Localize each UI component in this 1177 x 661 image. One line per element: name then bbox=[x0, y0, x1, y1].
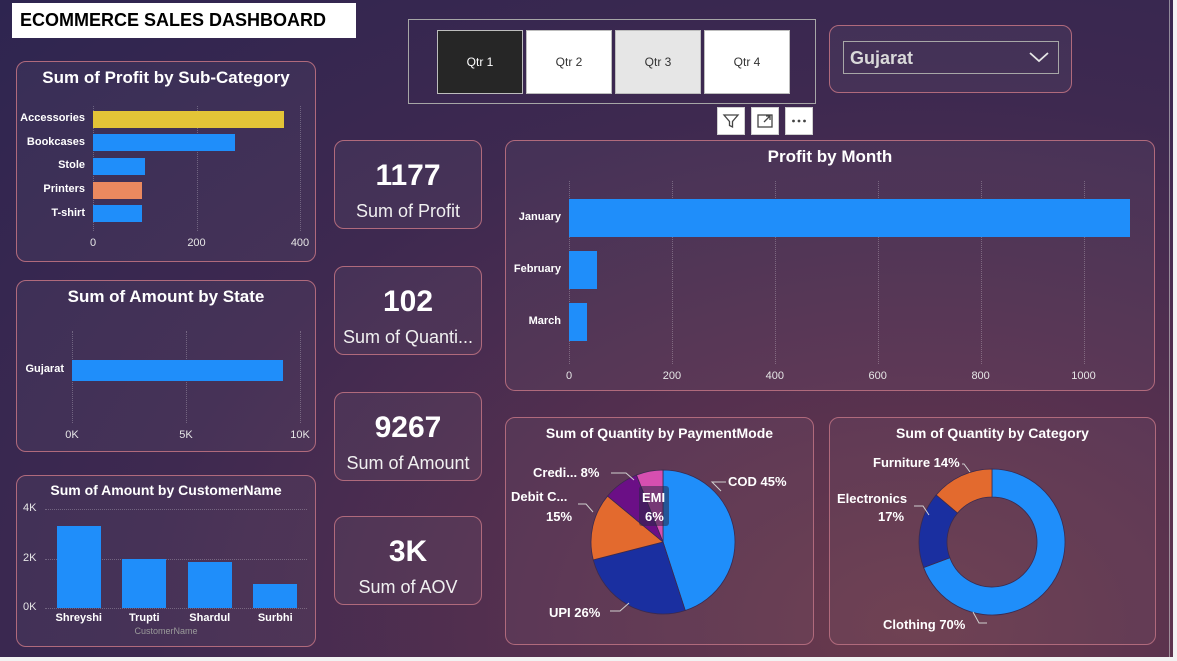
filter-icon[interactable] bbox=[717, 107, 745, 135]
gridline bbox=[300, 106, 301, 231]
y-category-label: Printers bbox=[43, 183, 85, 196]
kpi-label: Sum of Amount bbox=[346, 453, 470, 473]
bar bbox=[122, 558, 167, 608]
kpi-value: 3K bbox=[388, 535, 428, 568]
slicer-option-qtr-4[interactable]: Qtr 4 bbox=[704, 30, 790, 94]
bar bbox=[72, 359, 284, 381]
pie-label-debit-pct: 15% bbox=[546, 509, 573, 524]
state-dropdown-card: Gujarat bbox=[829, 25, 1072, 93]
y-category-label: Stole bbox=[58, 159, 85, 172]
x-category-label: Shardul bbox=[189, 612, 231, 624]
quantity-by-category-chart: Sum of Quantity by Category Furniture 14… bbox=[829, 417, 1156, 645]
bar bbox=[56, 526, 101, 608]
x-tick-label: 400 bbox=[765, 370, 784, 382]
kpi-value: 102 bbox=[382, 285, 434, 318]
y-tick-label: 4K bbox=[23, 502, 37, 514]
profit-by-month-chart: Profit by Month 0 200 400 600 800 1000 January… bbox=[505, 140, 1155, 391]
x-tick-label: 800 bbox=[971, 370, 990, 382]
kpi-label: Sum of AOV bbox=[358, 577, 458, 597]
leader-line bbox=[710, 481, 726, 492]
y-category-label: Gujarat bbox=[25, 363, 64, 375]
bar bbox=[569, 303, 587, 341]
bar bbox=[569, 251, 598, 289]
x-axis-title: CustomerName bbox=[134, 626, 198, 636]
category-donut bbox=[914, 463, 1066, 624]
x-tick-label: 0K bbox=[65, 429, 79, 441]
slicer-option-qtr-1[interactable]: Qtr 1 bbox=[437, 30, 523, 94]
bar bbox=[93, 157, 145, 175]
kpi-card-amount: 9267 Sum of Amount bbox=[334, 392, 482, 481]
pie-label-debit: Debit C... bbox=[511, 489, 568, 504]
x-tick-label: 10K bbox=[290, 429, 310, 441]
bar bbox=[187, 562, 232, 608]
bar bbox=[93, 134, 236, 152]
bar bbox=[93, 205, 143, 223]
x-category-label: Trupti bbox=[128, 612, 160, 624]
kpi-label: Sum of Profit bbox=[355, 201, 461, 221]
x-category-label: Surbhi bbox=[257, 612, 293, 624]
kpi-label: Sum of Quanti... bbox=[342, 327, 474, 347]
y-tick-label: 2K bbox=[23, 551, 37, 564]
focus-mode-icon[interactable] bbox=[751, 107, 779, 135]
y-category-label: T-shirt bbox=[51, 206, 85, 219]
kpi-card-quantity: 102 Sum of Quanti... bbox=[334, 266, 482, 355]
x-category-label: Shreyshi bbox=[55, 612, 102, 624]
kpi-value: 9267 bbox=[374, 411, 442, 444]
donut-label-electronics-pct: 17% bbox=[878, 509, 905, 524]
y-category-label: February bbox=[513, 263, 561, 275]
state-dropdown[interactable]: Gujarat bbox=[843, 41, 1059, 74]
gridline bbox=[45, 608, 307, 609]
x-tick-label: 0 bbox=[89, 237, 97, 249]
kpi-value: 1177 bbox=[375, 159, 441, 192]
divider bbox=[1169, 0, 1170, 657]
kpi-card-aov: 3K Sum of AOV bbox=[334, 516, 482, 605]
dashboard-canvas: ECOMMERCE SALES DASHBOARD Qtr 1 Qtr 2 Qt… bbox=[0, 0, 1177, 661]
y-category-label: March bbox=[528, 315, 561, 327]
pie-label-emi: EMI bbox=[642, 490, 666, 505]
x-tick-label: 5K bbox=[179, 429, 193, 441]
bar bbox=[569, 199, 1130, 237]
y-category-label: Accessories bbox=[20, 112, 85, 124]
amount-by-customer-chart: Sum of Amount by CustomerName 0K 2K 4K Shre… bbox=[16, 475, 316, 647]
donut-label-clothing: Clothing 70% bbox=[883, 617, 966, 632]
chevron-down-icon bbox=[1029, 52, 1049, 63]
y-category-label: Bookcases bbox=[26, 135, 85, 148]
donut-label-furniture: Furniture 14% bbox=[873, 455, 960, 470]
pie-label-cod: COD 45% bbox=[728, 474, 787, 489]
bar bbox=[93, 181, 143, 199]
pie-label-emi-pct: 6% bbox=[645, 509, 664, 524]
slicer-option-qtr-3[interactable]: Qtr 3 bbox=[615, 30, 701, 94]
state-dropdown-value: Gujarat bbox=[850, 48, 914, 68]
pie-label-credit: Credi... 8% bbox=[533, 465, 600, 480]
gridline bbox=[45, 509, 307, 510]
x-tick-label: 400 bbox=[290, 237, 310, 249]
y-category-label: January bbox=[518, 211, 561, 223]
amount-by-state-chart: Sum of Amount by State 0K 5K 10K Gujarat bbox=[16, 280, 316, 452]
gridline bbox=[300, 331, 301, 423]
pie-label-upi: UPI 26% bbox=[549, 605, 601, 620]
quantity-by-paymentmode-chart: Sum of Quantity by PaymentMode COD 45% U… bbox=[505, 417, 814, 645]
y-tick-label: 0K bbox=[23, 601, 37, 613]
x-tick-label: 200 bbox=[187, 237, 206, 249]
slicer-option-qtr-2[interactable]: Qtr 2 bbox=[526, 30, 612, 94]
kpi-card-profit: 1177 Sum of Profit bbox=[334, 140, 482, 229]
x-tick-label: 200 bbox=[662, 370, 682, 382]
x-tick-label: 600 bbox=[868, 370, 887, 382]
x-tick-label: 1000 bbox=[1071, 370, 1096, 382]
x-tick-label: 0 bbox=[565, 370, 573, 382]
donut-label-electronics: Electronics bbox=[837, 491, 908, 506]
leader-line bbox=[962, 463, 971, 473]
quarter-slicer: Qtr 1 Qtr 2 Qtr 3 Qtr 4 bbox=[408, 19, 816, 104]
bar bbox=[93, 110, 285, 128]
leader-line bbox=[578, 503, 594, 513]
more-options-icon[interactable] bbox=[785, 107, 813, 135]
profit-by-subcategory-chart: Sum of Profit by Sub-Category 0 200 400 Acc… bbox=[16, 61, 316, 262]
dashboard-title: ECOMMERCE SALES DASHBOARD bbox=[12, 3, 356, 38]
bar bbox=[253, 584, 298, 608]
